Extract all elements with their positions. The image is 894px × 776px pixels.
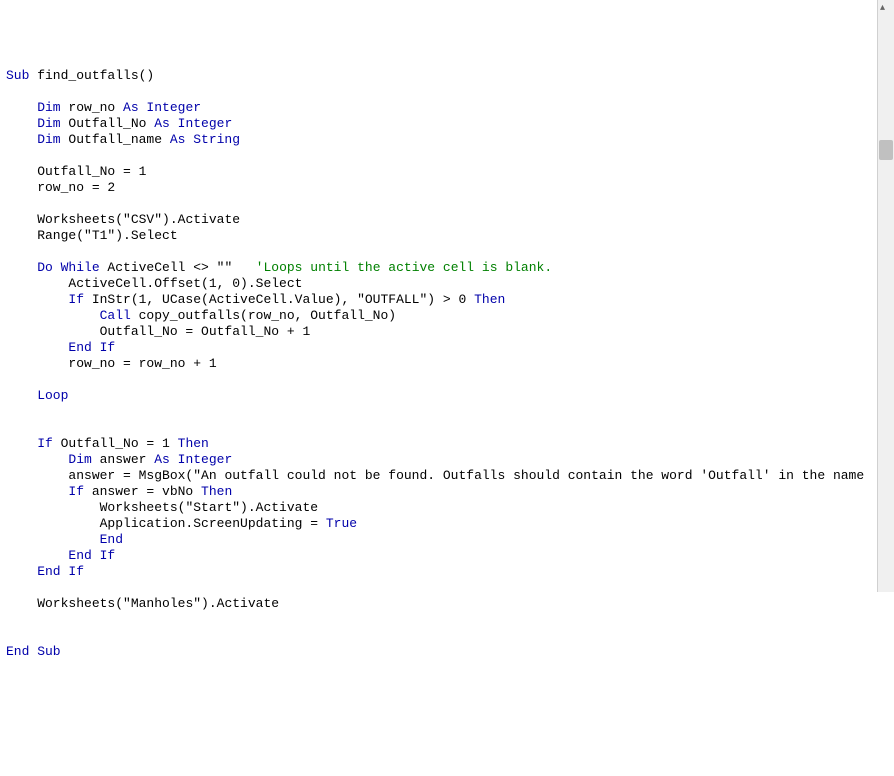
keyword-as-integer: As Integer — [154, 452, 232, 467]
code-text: Outfall_No = 1 — [6, 164, 146, 179]
keyword-loop: Loop — [6, 388, 68, 403]
code-text: Outfall_No — [61, 116, 155, 131]
code-text: Application.ScreenUpdating = — [6, 516, 326, 531]
keyword-as-integer: As Integer — [154, 116, 232, 131]
code-text: Range( — [6, 228, 84, 243]
code-text: find_outfalls() — [29, 68, 154, 83]
keyword-end-if: End If — [6, 548, 115, 563]
keyword-end-sub: End Sub — [6, 644, 61, 659]
keyword-then: Then — [474, 292, 505, 307]
string-literal: "Start" — [185, 500, 240, 515]
code-text: Worksheets( — [6, 596, 123, 611]
keyword-if: If — [6, 292, 84, 307]
code-text: ).Activate — [201, 596, 279, 611]
code-text: row_no = 2 — [6, 180, 115, 195]
code-text: copy_outfalls(row_no, Outfall_No) — [131, 308, 396, 323]
keyword-end-if: End If — [6, 340, 115, 355]
string-literal: "Manholes" — [123, 596, 201, 611]
code-text: Worksheets( — [6, 500, 185, 515]
code-text: ActiveCell <> — [100, 260, 217, 275]
keyword-end: End — [6, 532, 123, 547]
keyword-end-if: End If — [6, 564, 84, 579]
keyword-as-integer: As Integer — [123, 100, 201, 115]
code-text: ).Select — [115, 228, 177, 243]
keyword-sub: Sub — [6, 68, 29, 83]
code-text: Outfall_No = 1 — [53, 436, 178, 451]
string-literal: "CSV" — [123, 212, 162, 227]
string-literal: "An outfall could not be found. Outfalls… — [193, 468, 864, 483]
keyword-if: If — [6, 484, 84, 499]
comment: 'Loops until the active cell is blank. — [256, 260, 552, 275]
keyword-do-while: Do While — [6, 260, 100, 275]
code-text: answer — [92, 452, 154, 467]
keyword-as-string: As String — [170, 132, 240, 147]
scroll-up-arrow-icon[interactable]: ▴ — [880, 1, 892, 11]
code-text: InStr(1, UCase(ActiveCell.Value), — [84, 292, 357, 307]
keyword-then: Then — [178, 436, 209, 451]
string-literal: "OUTFALL" — [357, 292, 427, 307]
keyword-dim: Dim — [6, 452, 92, 467]
keyword-call: Call — [6, 308, 131, 323]
code-text: ).Activate — [240, 500, 318, 515]
keyword-dim: Dim — [6, 132, 61, 147]
code-text: answer = MsgBox( — [6, 468, 193, 483]
vertical-scrollbar[interactable]: ▴ — [877, 0, 894, 592]
string-literal: "T1" — [84, 228, 115, 243]
code-text: row_no — [61, 100, 123, 115]
code-text: Outfall_name — [61, 132, 170, 147]
code-text: Worksheets( — [6, 212, 123, 227]
keyword-dim: Dim — [6, 116, 61, 131]
code-text: row_no = row_no + 1 — [6, 356, 217, 371]
code-text — [232, 260, 255, 275]
keyword-dim: Dim — [6, 100, 61, 115]
code-text: answer = vbNo — [84, 484, 201, 499]
keyword-true: True — [326, 516, 357, 531]
code-text: ) > 0 — [427, 292, 474, 307]
code-editor-content: Sub find_outfalls() Dim row_no As Intege… — [6, 68, 880, 660]
keyword-if: If — [6, 436, 53, 451]
keyword-then: Then — [201, 484, 232, 499]
string-literal: "" — [217, 260, 233, 275]
scrollbar-thumb[interactable] — [879, 140, 893, 160]
code-text: ).Activate — [162, 212, 240, 227]
code-text: Outfall_No = Outfall_No + 1 — [6, 324, 310, 339]
code-text: ActiveCell.Offset(1, 0).Select — [6, 276, 302, 291]
